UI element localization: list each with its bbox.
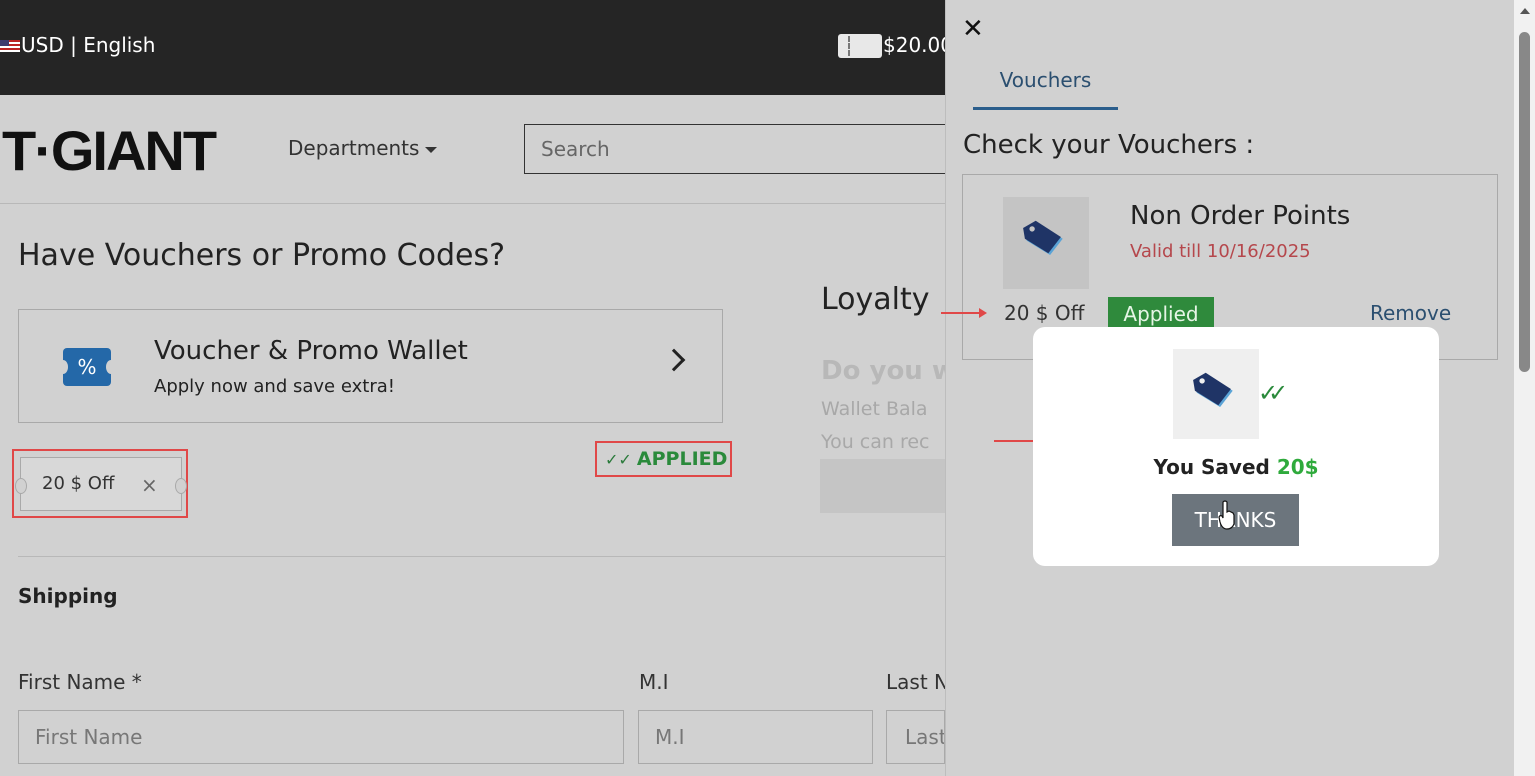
close-icon[interactable]: × [141,473,158,497]
applied-voucher-chip: 20 $ Off × [15,457,187,511]
wallet-title: Voucher & Promo Wallet [154,336,468,366]
departments-menu[interactable]: Departments [288,136,438,160]
voucher-chip-label: 20 $ Off [42,473,115,494]
vouchers-section-title: Have Vouchers or Promo Codes? [18,238,506,273]
caret-down-icon [425,146,438,153]
loyalty-input[interactable] [820,459,945,513]
search-input[interactable] [524,124,964,174]
loyalty-wallet-balance: Wallet Bala [821,398,928,420]
us-flag-icon [0,40,20,52]
mi-label: M.I [639,670,669,694]
loyalty-question: Do you w [821,356,956,386]
scrollbar-thumb[interactable] [1519,32,1530,372]
applied-status-highlight: ✓✓ APPLIED [595,441,732,477]
voucher-validity: Valid till 10/16/2025 [1130,241,1311,262]
applied-status: APPLIED [636,448,728,470]
saved-text: You Saved [1153,455,1270,479]
dialog-voucher-image [1173,349,1259,439]
saved-amount: 20$ [1276,455,1319,479]
tab-vouchers[interactable]: Vouchers [973,66,1118,110]
hand-cursor-icon [1218,500,1235,530]
panel-heading: Check your Vouchers : [963,130,1255,160]
saved-message: You Saved 20$ [1033,455,1439,479]
locale-selector[interactable]: USD | English [21,33,155,57]
voucher-wallet-card[interactable]: % Voucher & Promo Wallet Apply now and s… [18,309,723,423]
first-name-field[interactable] [18,710,624,764]
double-check-icon: ✓✓ [605,450,632,469]
voucher-name: Non Order Points [1130,201,1351,231]
loyalty-title: Loyalty [821,282,930,317]
close-panel-icon[interactable]: ✕ [962,14,984,44]
ticket-icon[interactable] [838,34,882,58]
price-tag-icon [1193,372,1233,407]
header-divider [0,203,945,204]
price-tag-icon [1023,220,1063,255]
voucher-saved-dialog: ✓✓ You Saved 20$ THANKS [1033,327,1439,566]
chevron-right-icon [662,348,686,372]
site-logo[interactable]: T·GIANT [2,118,217,183]
last-name-field[interactable] [886,710,945,764]
scroll-up-icon[interactable] [1520,8,1530,14]
last-name-label: Last N [886,670,949,694]
voucher-percent-icon: % [58,348,116,386]
shipping-title: Shipping [18,584,118,608]
voucher-image [1003,197,1089,289]
section-divider [18,556,945,557]
first-name-label: First Name * [18,670,142,694]
double-check-icon: ✓✓ [1258,379,1288,407]
voucher-amount: 20 $ Off [1004,301,1085,325]
applied-voucher-highlight: 20 $ Off × [12,449,188,518]
wallet-balance[interactable]: $20.00 [883,33,945,57]
applied-badge: Applied [1108,297,1214,331]
remove-voucher-link[interactable]: Remove [1370,301,1451,325]
wallet-subtitle: Apply now and save extra! [154,376,395,397]
loyalty-info: You can rec [821,431,930,453]
top-bar: USD | English $20.00 [0,0,945,95]
mi-field[interactable] [638,710,873,764]
annotation-arrow [941,308,987,318]
departments-label: Departments [288,136,420,160]
page-scrollbar[interactable] [1514,0,1535,776]
